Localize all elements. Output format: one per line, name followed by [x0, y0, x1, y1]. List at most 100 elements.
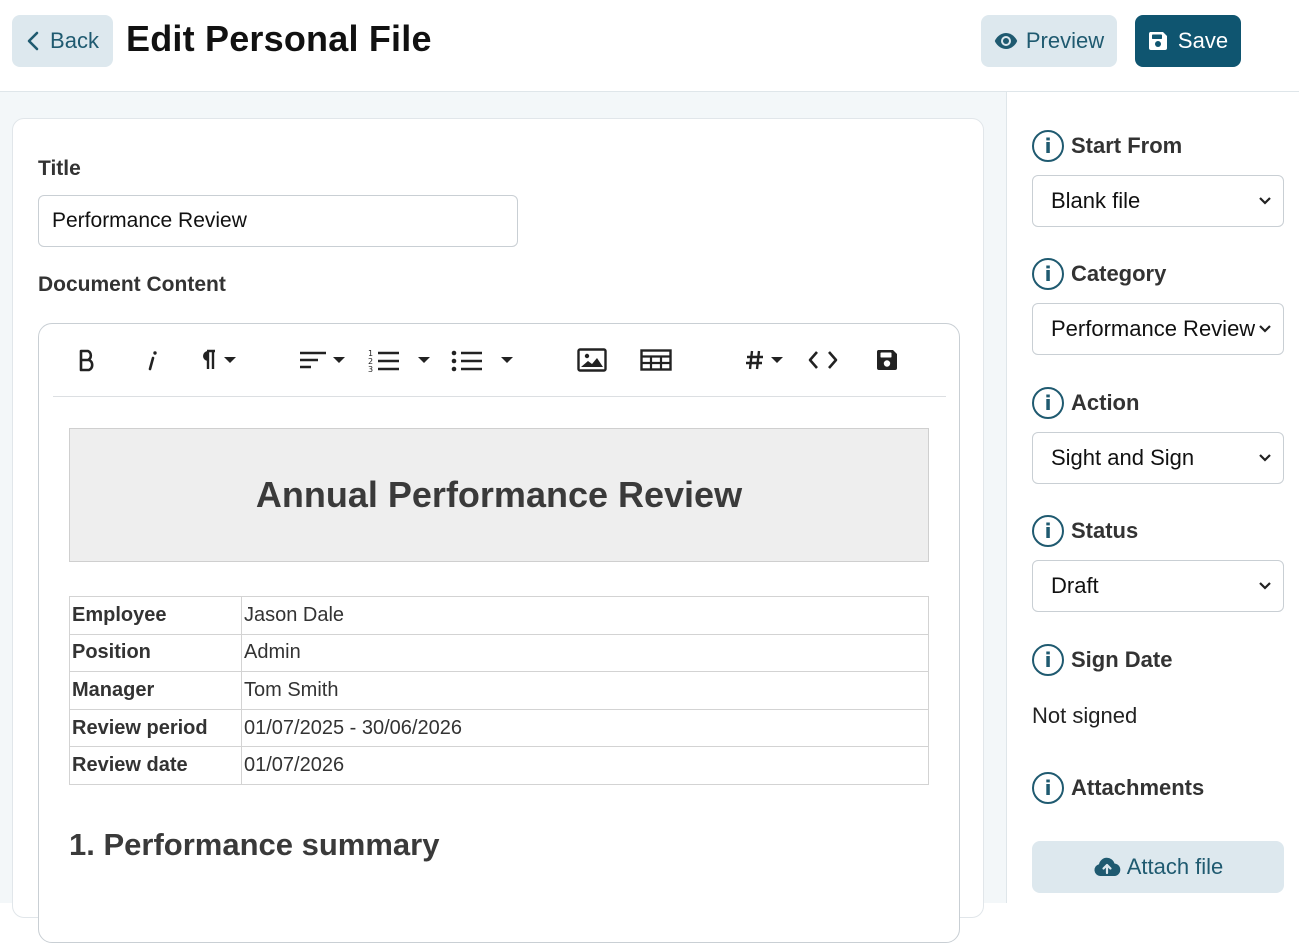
italic-icon: [148, 351, 157, 371]
sidebar: i Start From Blank file i Category Perfo…: [1008, 92, 1299, 903]
section-heading: 1. Performance summary: [69, 826, 440, 862]
start-from-label: i Start From: [1032, 130, 1182, 162]
attach-file-button[interactable]: Attach file: [1032, 841, 1284, 893]
align-left-icon: [300, 351, 326, 369]
row-value: Tom Smith: [241, 671, 929, 710]
table-icon: [640, 349, 672, 371]
insert-table-button[interactable]: [640, 342, 672, 378]
action-select[interactable]: Sight and Sign: [1032, 432, 1284, 484]
row-value: 01/07/2025 - 30/06/2026: [241, 708, 929, 748]
sign-date-label: i Sign Date: [1032, 644, 1172, 676]
row-value: Admin: [241, 633, 929, 673]
document-heading: Annual Performance Review: [69, 428, 929, 562]
italic-button[interactable]: [145, 342, 159, 378]
status-label-text: Status: [1071, 518, 1139, 543]
info-icon[interactable]: i: [1032, 130, 1064, 162]
preview-label: Preview: [1025, 28, 1105, 53]
row-value: 01/07/2026: [241, 746, 929, 785]
bullet-list-dropdown[interactable]: [451, 342, 513, 378]
document-content-label: Document Content: [38, 273, 226, 296]
title-label: Title: [38, 157, 81, 180]
align-dropdown[interactable]: [299, 342, 345, 378]
insert-image-button[interactable]: [577, 342, 607, 378]
action-value: Sight and Sign: [1051, 445, 1195, 470]
row-value: Jason Dale: [241, 596, 929, 635]
title-input[interactable]: [38, 195, 518, 247]
paragraph-dropdown[interactable]: [198, 342, 236, 378]
cloud-upload-icon: [1094, 857, 1120, 876]
status-select[interactable]: Draft: [1032, 560, 1284, 612]
svg-text:3: 3: [368, 365, 373, 372]
header: Back Edit Personal File Preview Save: [0, 0, 1299, 92]
sign-date-value: Not signed: [1032, 703, 1138, 728]
category-value: Performance Review: [1051, 316, 1256, 341]
page-title: Edit Personal File: [126, 18, 432, 59]
info-icon[interactable]: i: [1032, 258, 1064, 290]
preview-button[interactable]: Preview: [981, 15, 1117, 67]
status-label: i Status: [1032, 515, 1138, 547]
action-label-text: Action: [1071, 390, 1140, 415]
start-from-value: Blank file: [1051, 188, 1141, 213]
chevron-down-icon: [501, 357, 513, 363]
paragraph-icon: [203, 349, 215, 369]
category-label: i Category: [1032, 258, 1166, 290]
action-label: i Action: [1032, 387, 1139, 419]
bullet-list-icon: [451, 350, 482, 372]
info-icon[interactable]: i: [1032, 387, 1064, 419]
source-code-button[interactable]: [808, 342, 838, 378]
floppy-disk-icon: [1148, 32, 1167, 50]
row-key: Review date: [69, 746, 242, 785]
row-key: Manager: [69, 671, 242, 710]
document-info-table: Employee Jason Dale Position Admin Manag…: [69, 596, 929, 785]
table-row: Review date 01/07/2026: [69, 746, 929, 785]
info-icon[interactable]: i: [1032, 515, 1064, 547]
form-card: Title Document Content: [12, 118, 984, 943]
chevron-down-icon: [224, 357, 236, 363]
row-key: Employee: [69, 596, 242, 635]
table-row: Position Admin: [69, 633, 929, 673]
category-select[interactable]: Performance Review: [1032, 303, 1284, 355]
hash-dropdown[interactable]: [745, 342, 783, 378]
main-area: Title Document Content: [0, 92, 1007, 943]
chevron-down-icon: [1259, 454, 1271, 462]
save-button[interactable]: Save: [1135, 15, 1241, 67]
ordered-list-dropdown[interactable]: 1 2 3: [368, 342, 430, 378]
start-from-label-text: Start From: [1071, 133, 1183, 158]
save-label: Save: [1177, 28, 1229, 53]
chevron-left-icon: [27, 31, 39, 51]
rich-text-editor[interactable]: 1 2 3 Annual Performance Review Employee…: [38, 323, 960, 943]
sign-date-label-text: Sign Date: [1071, 647, 1173, 672]
ordered-list-icon: 1 2 3: [368, 349, 399, 372]
table-row: Manager Tom Smith: [69, 671, 929, 710]
category-label-text: Category: [1071, 261, 1167, 286]
chevron-down-icon: [1259, 582, 1271, 590]
status-value: Draft: [1051, 573, 1099, 598]
table-row: Employee Jason Dale: [69, 596, 929, 635]
eye-icon: [994, 33, 1018, 49]
chevron-down-icon: [771, 357, 783, 363]
bold-icon: [79, 349, 94, 372]
back-label: Back: [50, 28, 99, 53]
save-icon: [876, 350, 897, 370]
attachments-label: i Attachments: [1032, 772, 1204, 804]
attach-file-label: Attach file: [1126, 854, 1224, 879]
chevron-down-icon: [418, 357, 430, 363]
image-icon: [577, 348, 607, 372]
code-icon: [808, 351, 838, 369]
row-key: Position: [69, 633, 242, 673]
info-icon[interactable]: i: [1032, 644, 1064, 676]
row-key: Review period: [69, 708, 242, 748]
document-body[interactable]: Annual Performance Review Employee Jason…: [69, 428, 929, 863]
table-row: Review period 01/07/2025 - 30/06/2026: [69, 708, 929, 748]
chevron-down-icon: [333, 357, 345, 363]
editor-toolbar: 1 2 3: [53, 324, 946, 397]
info-icon[interactable]: i: [1032, 772, 1064, 804]
chevron-down-icon: [1259, 197, 1271, 205]
start-from-select[interactable]: Blank file: [1032, 175, 1284, 227]
bold-button[interactable]: [77, 342, 97, 378]
back-button[interactable]: Back: [12, 15, 113, 67]
attachments-label-text: Attachments: [1071, 775, 1205, 800]
chevron-down-icon: [1259, 325, 1271, 333]
hash-icon: [746, 350, 763, 370]
editor-save-button[interactable]: [876, 342, 898, 378]
